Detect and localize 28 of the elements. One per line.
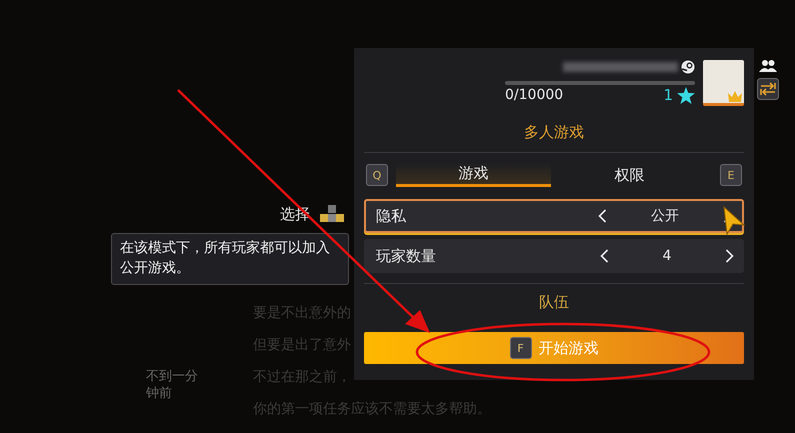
panel-title: 多人游戏	[524, 123, 584, 142]
section-heading: 队伍	[539, 293, 569, 312]
star-count: 1	[663, 86, 673, 104]
chevron-left-icon[interactable]	[600, 249, 609, 263]
setting-value: 公开	[651, 207, 679, 225]
setting-label: 隐私	[376, 206, 406, 226]
dpad-icon	[319, 204, 345, 224]
progress-text: 0/10000	[505, 87, 564, 103]
tooltip: 在该模式下，所有玩家都可以加入公开游戏。	[111, 233, 349, 285]
people-icon[interactable]	[759, 60, 777, 72]
crown-icon	[728, 91, 742, 102]
star-icon	[677, 86, 695, 104]
setting-label: 玩家数量	[376, 246, 436, 266]
tab[interactable]: 权限	[552, 163, 707, 187]
cursor-icon	[722, 205, 746, 235]
setting-row[interactable]: 玩家数量 4	[364, 239, 744, 273]
key-hint: Q	[366, 164, 388, 186]
start-game-button[interactable]: F 开始游戏	[364, 332, 744, 364]
setting-value: 4	[662, 248, 672, 264]
chevron-right-icon[interactable]	[724, 249, 734, 263]
tab[interactable]: 游戏	[396, 163, 551, 187]
log-timestamp: 不到一分钟前	[146, 368, 199, 402]
chevron-left-icon[interactable]	[598, 209, 607, 223]
key-hint: F	[510, 337, 532, 359]
steam-icon	[681, 60, 695, 74]
setting-row[interactable]: 隐私 公开	[364, 199, 744, 233]
key-hint: E	[720, 164, 742, 186]
swap-icon[interactable]	[757, 78, 779, 100]
